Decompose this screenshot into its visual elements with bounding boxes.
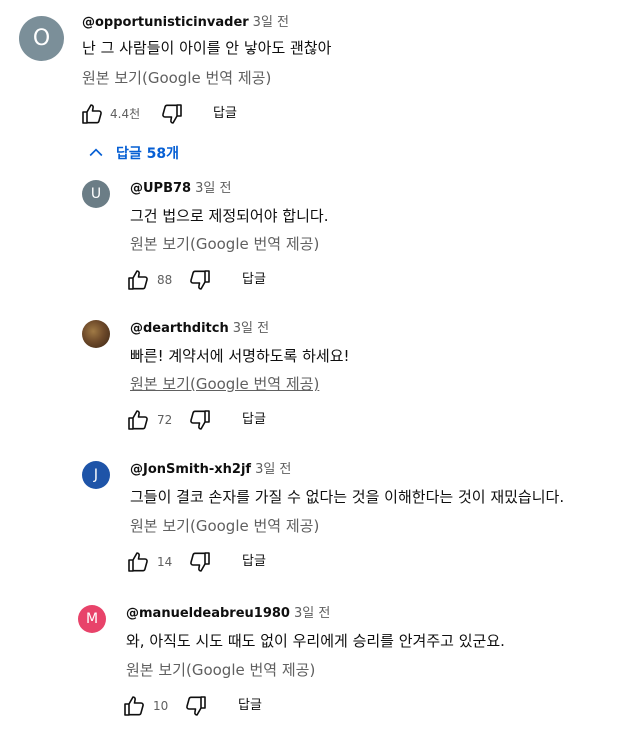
comment-text: 난 그 사람들이 아이를 안 낳아도 괜찮아 [82, 39, 332, 57]
reply-comment: M @manueldeabreu1980 3일 전 와, 아직도 시도 때도 없이… [0, 605, 640, 745]
avatar[interactable]: M [78, 605, 106, 633]
like-button[interactable] [80, 102, 104, 126]
comment-author-handle[interactable]: @opportunisticinvader [82, 15, 249, 30]
reply-button[interactable]: 답글 [238, 696, 262, 716]
comment-text: 그건 법으로 제정되어야 합니다. [130, 207, 329, 225]
comment-header: @UPB78 3일 전 [130, 180, 231, 198]
comment-actions: 72 답글 [126, 408, 286, 432]
comment-timestamp[interactable]: 3일 전 [253, 15, 289, 30]
like-button[interactable] [122, 694, 146, 718]
reply-button[interactable]: 답글 [242, 270, 266, 290]
thumbs-up-icon [128, 410, 148, 430]
thumbs-down-icon [162, 104, 182, 124]
dislike-button[interactable] [184, 694, 208, 718]
thumbs-down-icon [190, 410, 210, 430]
comment-author-handle[interactable]: @manueldeabreu1980 [126, 606, 290, 621]
thumbs-down-icon [190, 270, 210, 290]
thumbs-up-icon [124, 696, 144, 716]
comment-timestamp[interactable]: 3일 전 [294, 606, 330, 621]
reply-comment: @dearthditch 3일 전 빠른! 계약서에 서명하도록 하세요! 원본 … [0, 320, 640, 460]
reply-comment: J @JonSmith-xh2jf 3일 전 그들이 결코 손자를 가질 수 없다… [0, 461, 640, 601]
reply-button[interactable]: 답글 [242, 552, 266, 572]
comment-author-handle[interactable]: @JonSmith-xh2jf [130, 462, 251, 477]
main-comment: O @opportunisticinvader 3일 전 난 그 사람들이 아이를… [0, 0, 640, 140]
comment-timestamp[interactable]: 3일 전 [195, 181, 231, 196]
chevron-up-icon [89, 148, 103, 157]
like-count: 72 [157, 413, 173, 427]
replies-toggle-label: 답글 58개 [116, 146, 179, 162]
comment-header: @dearthditch 3일 전 [130, 320, 269, 338]
reply-comment: U @UPB78 3일 전 그건 법으로 제정되어야 합니다. 원본 보기(Goo… [0, 180, 640, 320]
reply-button[interactable]: 답글 [213, 104, 237, 124]
thumbs-up-icon [128, 270, 148, 290]
thumbs-up-icon [82, 104, 102, 124]
like-count: 88 [157, 273, 173, 287]
comment-actions: 14 답글 [126, 550, 286, 574]
comment-text: 와, 아직도 시도 때도 없이 우리에게 승리를 안겨주고 있군요. [126, 632, 505, 650]
reply-button[interactable]: 답글 [242, 410, 266, 430]
like-count: 4.4천 [110, 107, 141, 121]
like-count: 14 [157, 555, 173, 569]
thumbs-up-icon [128, 552, 148, 572]
comment-header: @opportunisticinvader 3일 전 [82, 14, 289, 32]
comment-text: 그들이 결코 손자를 가질 수 없다는 것을 이해한다는 것이 재밌습니다. [130, 488, 565, 506]
comment-header: @JonSmith-xh2jf 3일 전 [130, 461, 291, 479]
comment-timestamp[interactable]: 3일 전 [233, 321, 269, 336]
like-button[interactable] [126, 550, 150, 574]
comment-actions: 88 답글 [126, 268, 286, 292]
like-button[interactable] [126, 268, 150, 292]
comment-actions: 10 답글 [122, 694, 282, 718]
comment-timestamp[interactable]: 3일 전 [255, 462, 291, 477]
show-original-link[interactable]: 원본 보기(Google 번역 제공) [126, 660, 315, 680]
thumbs-down-icon [186, 696, 206, 716]
avatar[interactable]: U [82, 180, 110, 208]
dislike-button[interactable] [160, 102, 184, 126]
show-original-link[interactable]: 원본 보기(Google 번역 제공) [82, 68, 271, 88]
like-button[interactable] [126, 408, 150, 432]
comment-author-handle[interactable]: @UPB78 [130, 181, 191, 196]
show-original-link[interactable]: 원본 보기(Google 번역 제공) [130, 374, 319, 394]
comment-header: @manueldeabreu1980 3일 전 [126, 605, 330, 623]
avatar[interactable]: O [19, 16, 64, 61]
avatar[interactable] [82, 320, 110, 348]
replies-toggle-button[interactable]: 답글 58개 [86, 140, 179, 166]
like-count: 10 [153, 699, 169, 713]
comment-actions: 4.4천 답글 [80, 102, 280, 126]
comment-author-handle[interactable]: @dearthditch [130, 321, 229, 336]
dislike-button[interactable] [188, 408, 212, 432]
show-original-link[interactable]: 원본 보기(Google 번역 제공) [130, 516, 319, 536]
dislike-button[interactable] [188, 268, 212, 292]
comment-text: 빠른! 계약서에 서명하도록 하세요! [130, 347, 350, 365]
show-original-link[interactable]: 원본 보기(Google 번역 제공) [130, 234, 319, 254]
dislike-button[interactable] [188, 550, 212, 574]
avatar[interactable]: J [82, 461, 110, 489]
thumbs-down-icon [190, 552, 210, 572]
